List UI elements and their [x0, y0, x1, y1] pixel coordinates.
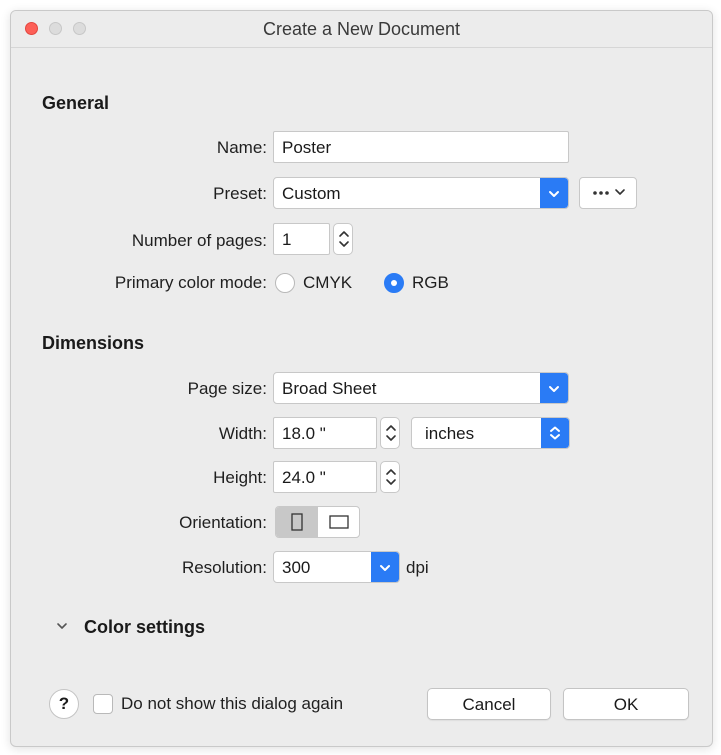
preset-value: Custom [282, 184, 341, 203]
height-label: Height: [213, 468, 267, 487]
landscape-icon [329, 515, 349, 529]
width-label: Width: [218, 424, 267, 443]
chevron-down-icon [380, 565, 390, 571]
resolution-unit: dpi [406, 558, 429, 577]
pages-input[interactable]: 1 [273, 223, 330, 255]
landscape-button[interactable] [318, 507, 359, 537]
pages-label: Number of pages: [131, 231, 267, 250]
units-dropdown-arrow[interactable] [541, 418, 569, 448]
width-input[interactable]: 18.0 " [273, 417, 377, 449]
height-input[interactable]: 24.0 " [273, 461, 377, 493]
chevron-down-icon [57, 623, 67, 629]
units-select[interactable]: inches [411, 417, 570, 449]
dont-show-checkbox[interactable] [93, 694, 113, 714]
stepper-arrows-icon [386, 469, 396, 485]
more-options-icon [593, 189, 625, 195]
cmyk-radio-label[interactable]: CMYK [303, 273, 352, 293]
page-size-label: Page size: [187, 379, 267, 398]
cancel-button[interactable]: Cancel [427, 688, 551, 720]
resolution-value: 300 [282, 558, 311, 577]
preset-dropdown-arrow[interactable] [540, 178, 568, 208]
pages-stepper[interactable] [333, 223, 353, 255]
color-settings-heading: Color settings [84, 617, 206, 637]
stepper-arrows-icon [386, 425, 396, 441]
dont-show-label[interactable]: Do not show this dialog again [121, 694, 343, 714]
resolution-select[interactable]: 300 [273, 551, 400, 583]
resolution-label: Resolution: [181, 558, 267, 577]
window-title: Create a New Document [262, 19, 461, 39]
rgb-radio-label[interactable]: RGB [412, 273, 449, 293]
portrait-icon [291, 513, 303, 531]
orientation-toggle [275, 506, 360, 538]
page-size-value: Broad Sheet [282, 379, 377, 398]
general-heading: General [42, 93, 110, 113]
dimensions-heading: Dimensions [42, 333, 145, 353]
resolution-dropdown-arrow[interactable] [371, 552, 399, 582]
help-button[interactable]: ? [49, 689, 79, 719]
name-label: Name: [216, 138, 267, 157]
color-mode-label: Primary color mode: [114, 273, 267, 292]
up-down-chevron-icon [550, 426, 560, 440]
stepper-arrows-icon [339, 231, 349, 247]
new-document-dialog: Create a New Document General Name: Post… [10, 10, 713, 747]
chevron-down-icon [549, 386, 559, 392]
page-size-select[interactable]: Broad Sheet [273, 372, 569, 404]
title-bar: Create a New Document [11, 11, 712, 48]
preset-select[interactable]: Custom [273, 177, 569, 209]
page-size-dropdown-arrow[interactable] [540, 373, 568, 403]
portrait-button[interactable] [276, 507, 318, 537]
preset-options-button[interactable] [579, 177, 637, 209]
ok-button[interactable]: OK [563, 688, 689, 720]
cmyk-radio[interactable] [275, 273, 295, 293]
preset-label: Preset: [213, 184, 267, 203]
orientation-label: Orientation: [179, 513, 267, 532]
rgb-radio[interactable] [384, 273, 404, 293]
height-stepper[interactable] [380, 461, 400, 493]
color-settings-disclosure[interactable]: Color settings [51, 615, 251, 641]
width-stepper[interactable] [380, 417, 400, 449]
chevron-down-icon [549, 191, 559, 197]
units-value: inches [425, 424, 475, 443]
name-input[interactable]: Poster [273, 131, 569, 163]
